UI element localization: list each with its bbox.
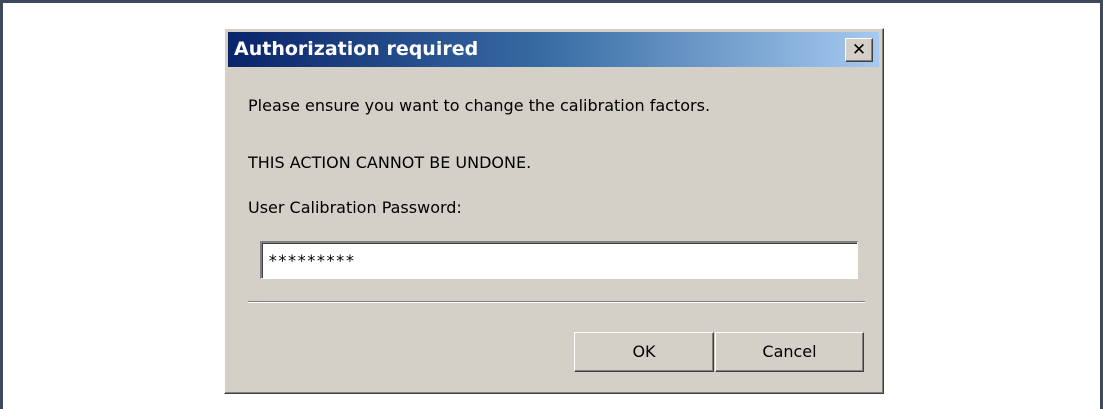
dialog-titlebar: Authorization required ✕ [228, 32, 879, 67]
separator-line [248, 301, 865, 303]
message-cannot-undo: THIS ACTION CANNOT BE UNDONE. [248, 153, 532, 172]
authorization-dialog: Authorization required ✕ Please ensure y… [224, 28, 884, 394]
ok-button[interactable]: OK [574, 332, 714, 372]
password-input[interactable] [260, 241, 858, 279]
password-label: User Calibration Password: [248, 198, 462, 217]
close-button[interactable]: ✕ [845, 38, 873, 62]
dialog-title: Authorization required [234, 38, 479, 60]
close-icon: ✕ [851, 40, 867, 60]
background-frame: Authorization required ✕ Please ensure y… [0, 0, 1103, 409]
cancel-button[interactable]: Cancel [715, 332, 864, 372]
message-calibration-warning: Please ensure you want to change the cal… [248, 96, 711, 115]
